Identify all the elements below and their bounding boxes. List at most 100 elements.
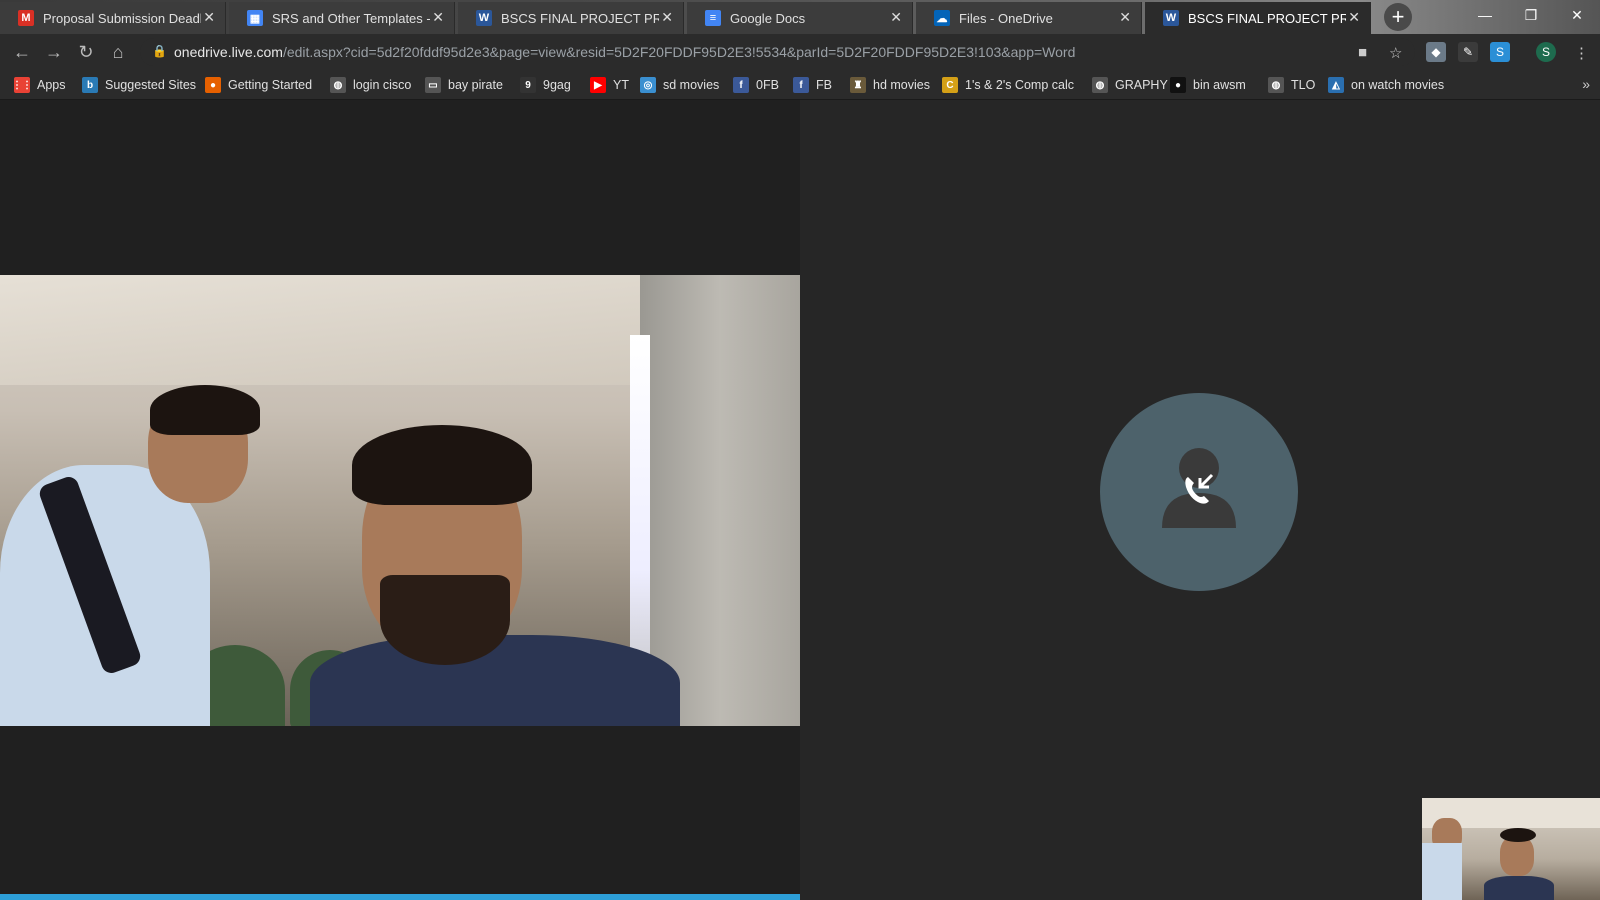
- bookmark-star-icon[interactable]: ☆: [1389, 44, 1402, 62]
- restore-button[interactable]: ❐: [1508, 0, 1554, 30]
- tab-title: SRS and Other Templates - FIT: [272, 10, 430, 26]
- close-tab-icon[interactable]: ✕: [432, 9, 444, 26]
- reload-icon[interactable]: ↻: [74, 40, 98, 64]
- google-sites-icon: ▦: [247, 10, 263, 26]
- site-icon: ●: [1170, 77, 1186, 93]
- bing-icon: b: [82, 77, 98, 93]
- forward-icon[interactable]: →: [42, 40, 66, 64]
- chevron-more-icon[interactable]: »: [1582, 76, 1590, 92]
- bookmark-item[interactable]: ◍ GRAPHY: [1092, 75, 1168, 95]
- tab-6[interactable]: W BSCS FINAL PROJECT PROPOSAL✕: [1145, 2, 1371, 34]
- site-icon: ◭: [1328, 77, 1344, 93]
- bookmark-item[interactable]: ◎ sd movies: [640, 75, 719, 95]
- close-tab-icon[interactable]: ✕: [661, 9, 673, 26]
- tab-3[interactable]: W BSCS FINAL PROJECT PROPOSAL✕: [458, 2, 684, 34]
- 9gag-icon: 9: [520, 77, 536, 93]
- bookmark-label: sd movies: [663, 78, 720, 92]
- bookmark-item[interactable]: ▭ bay pirate: [425, 75, 503, 95]
- globe-icon: ◍: [1092, 77, 1108, 93]
- bookmark-item[interactable]: ◍ login cisco: [330, 75, 411, 95]
- menu-kebab-icon[interactable]: ⋮: [1574, 44, 1589, 62]
- tab-5[interactable]: ☁ Files - OneDrive ✕: [916, 2, 1142, 34]
- url-text[interactable]: onedrive.live.com/edit.aspx?cid=5d2f20fd…: [174, 44, 1075, 60]
- tab-title: BSCS FINAL PROJECT PROPOSAL: [1188, 10, 1346, 26]
- bookmark-item[interactable]: ● bin awsm: [1170, 75, 1246, 95]
- close-tab-icon[interactable]: ✕: [1348, 9, 1360, 26]
- tab-2[interactable]: ▦ SRS and Other Templates - FIT✕: [229, 2, 455, 34]
- bookmark-label: bay pirate: [448, 78, 503, 92]
- tab-title: Files - OneDrive: [959, 10, 1053, 26]
- incoming-call-icon: [1162, 448, 1236, 528]
- bookmark-label: Apps: [37, 78, 66, 92]
- home-icon[interactable]: ⌂: [106, 40, 130, 64]
- word-icon: W: [476, 10, 492, 26]
- globe-icon: ◍: [330, 77, 346, 93]
- bookmark-item[interactable]: f FB: [793, 75, 832, 95]
- bookmark-label: hd movies: [873, 78, 930, 92]
- shield-extension-icon[interactable]: ◆: [1426, 42, 1446, 62]
- back-icon[interactable]: ←: [10, 40, 34, 64]
- bookmark-label: 9gag: [543, 78, 571, 92]
- local-video-feed: [0, 275, 800, 726]
- bookmark-item[interactable]: C 1's & 2's Comp calc: [942, 75, 1074, 95]
- google-docs-icon: ≡: [705, 10, 721, 26]
- bookmark-label: Suggested Sites: [105, 78, 197, 92]
- profile-avatar[interactable]: S: [1536, 42, 1556, 62]
- bookmark-item[interactable]: f 0FB: [733, 75, 779, 95]
- tab-1[interactable]: M Proposal Submission Deadline✕: [0, 2, 226, 34]
- calc-icon: C: [942, 77, 958, 93]
- call-progress-bar: [0, 894, 800, 900]
- globe-icon: ◍: [1268, 77, 1284, 93]
- word-icon: W: [1163, 10, 1179, 26]
- skype-extension-icon[interactable]: S: [1490, 42, 1510, 62]
- minimize-button[interactable]: —: [1462, 0, 1508, 30]
- bookmark-label: login cisco: [353, 78, 412, 92]
- close-tab-icon[interactable]: ✕: [890, 9, 902, 26]
- monitor-icon: ▭: [425, 77, 441, 93]
- bookmark-label: bin awsm: [1193, 78, 1246, 92]
- bookmarks-bar: ⋮⋮ Apps b Suggested Sites ● Getting Started ◍ l…: [0, 70, 1600, 100]
- bookmark-item[interactable]: ◍ TLO: [1268, 75, 1315, 95]
- close-tab-icon[interactable]: ✕: [1119, 9, 1131, 26]
- pen-extension-icon[interactable]: ✎: [1458, 42, 1478, 62]
- bookmark-item[interactable]: ▶ YT: [590, 75, 629, 95]
- video-call-area: [0, 100, 1600, 900]
- bookmark-label: on watch movies: [1351, 78, 1445, 92]
- new-tab-button[interactable]: +: [1384, 3, 1412, 31]
- site-icon: ♜: [850, 77, 866, 93]
- address-bar[interactable]: 🔒 onedrive.live.com/edit.aspx?cid=5d2f20…: [140, 38, 1415, 66]
- youtube-icon: ▶: [590, 77, 606, 93]
- bookmark-item[interactable]: ● Getting Started: [205, 75, 312, 95]
- facebook-icon: f: [793, 77, 809, 93]
- tab-strip: MProposal Submission Deadline✕▦SRS and O…: [0, 0, 1600, 34]
- onedrive-icon: ☁: [934, 10, 950, 26]
- bookmark-label: FB: [816, 78, 832, 92]
- tab-4[interactable]: ≡ Google Docs ✕: [687, 2, 913, 34]
- facebook-icon: f: [733, 77, 749, 93]
- camera-icon[interactable]: ■: [1358, 44, 1367, 61]
- close-window-button[interactable]: ✕: [1554, 0, 1600, 30]
- bookmark-label: 1's & 2's Comp calc: [965, 78, 1074, 92]
- firefox-icon: ●: [205, 77, 221, 93]
- bookmark-item[interactable]: b Suggested Sites: [82, 75, 196, 95]
- bookmark-item[interactable]: 9 9gag: [520, 75, 571, 95]
- local-video-pane: [0, 100, 800, 900]
- tab-title: Proposal Submission Deadline: [43, 10, 201, 26]
- browser-toolbar: ← → ↻ ⌂ 🔒 onedrive.live.com/edit.aspx?ci…: [0, 34, 1600, 70]
- bookmark-label: YT: [613, 78, 629, 92]
- bookmark-label: TLO: [1291, 78, 1316, 92]
- bookmark-item[interactable]: ♜ hd movies: [850, 75, 930, 95]
- bookmark-item[interactable]: ⋮⋮ Apps: [12, 75, 66, 95]
- url-path: /edit.aspx?cid=5d2f20fddf95d2e3&page=vie…: [282, 44, 1076, 60]
- close-tab-icon[interactable]: ✕: [203, 9, 215, 26]
- bookmark-item[interactable]: ◭ on watch movies: [1328, 75, 1444, 95]
- bookmark-label: GRAPHY: [1115, 78, 1168, 92]
- self-view-thumbnail[interactable]: [1422, 798, 1600, 900]
- apps-grid-icon: ⋮⋮: [12, 77, 32, 93]
- remote-avatar: [1100, 393, 1298, 591]
- lock-icon: 🔒: [152, 44, 167, 58]
- url-host: onedrive.live.com: [174, 44, 283, 60]
- tab-title: Google Docs: [730, 10, 806, 26]
- site-icon: ◎: [640, 77, 656, 93]
- gmail-icon: M: [18, 10, 34, 26]
